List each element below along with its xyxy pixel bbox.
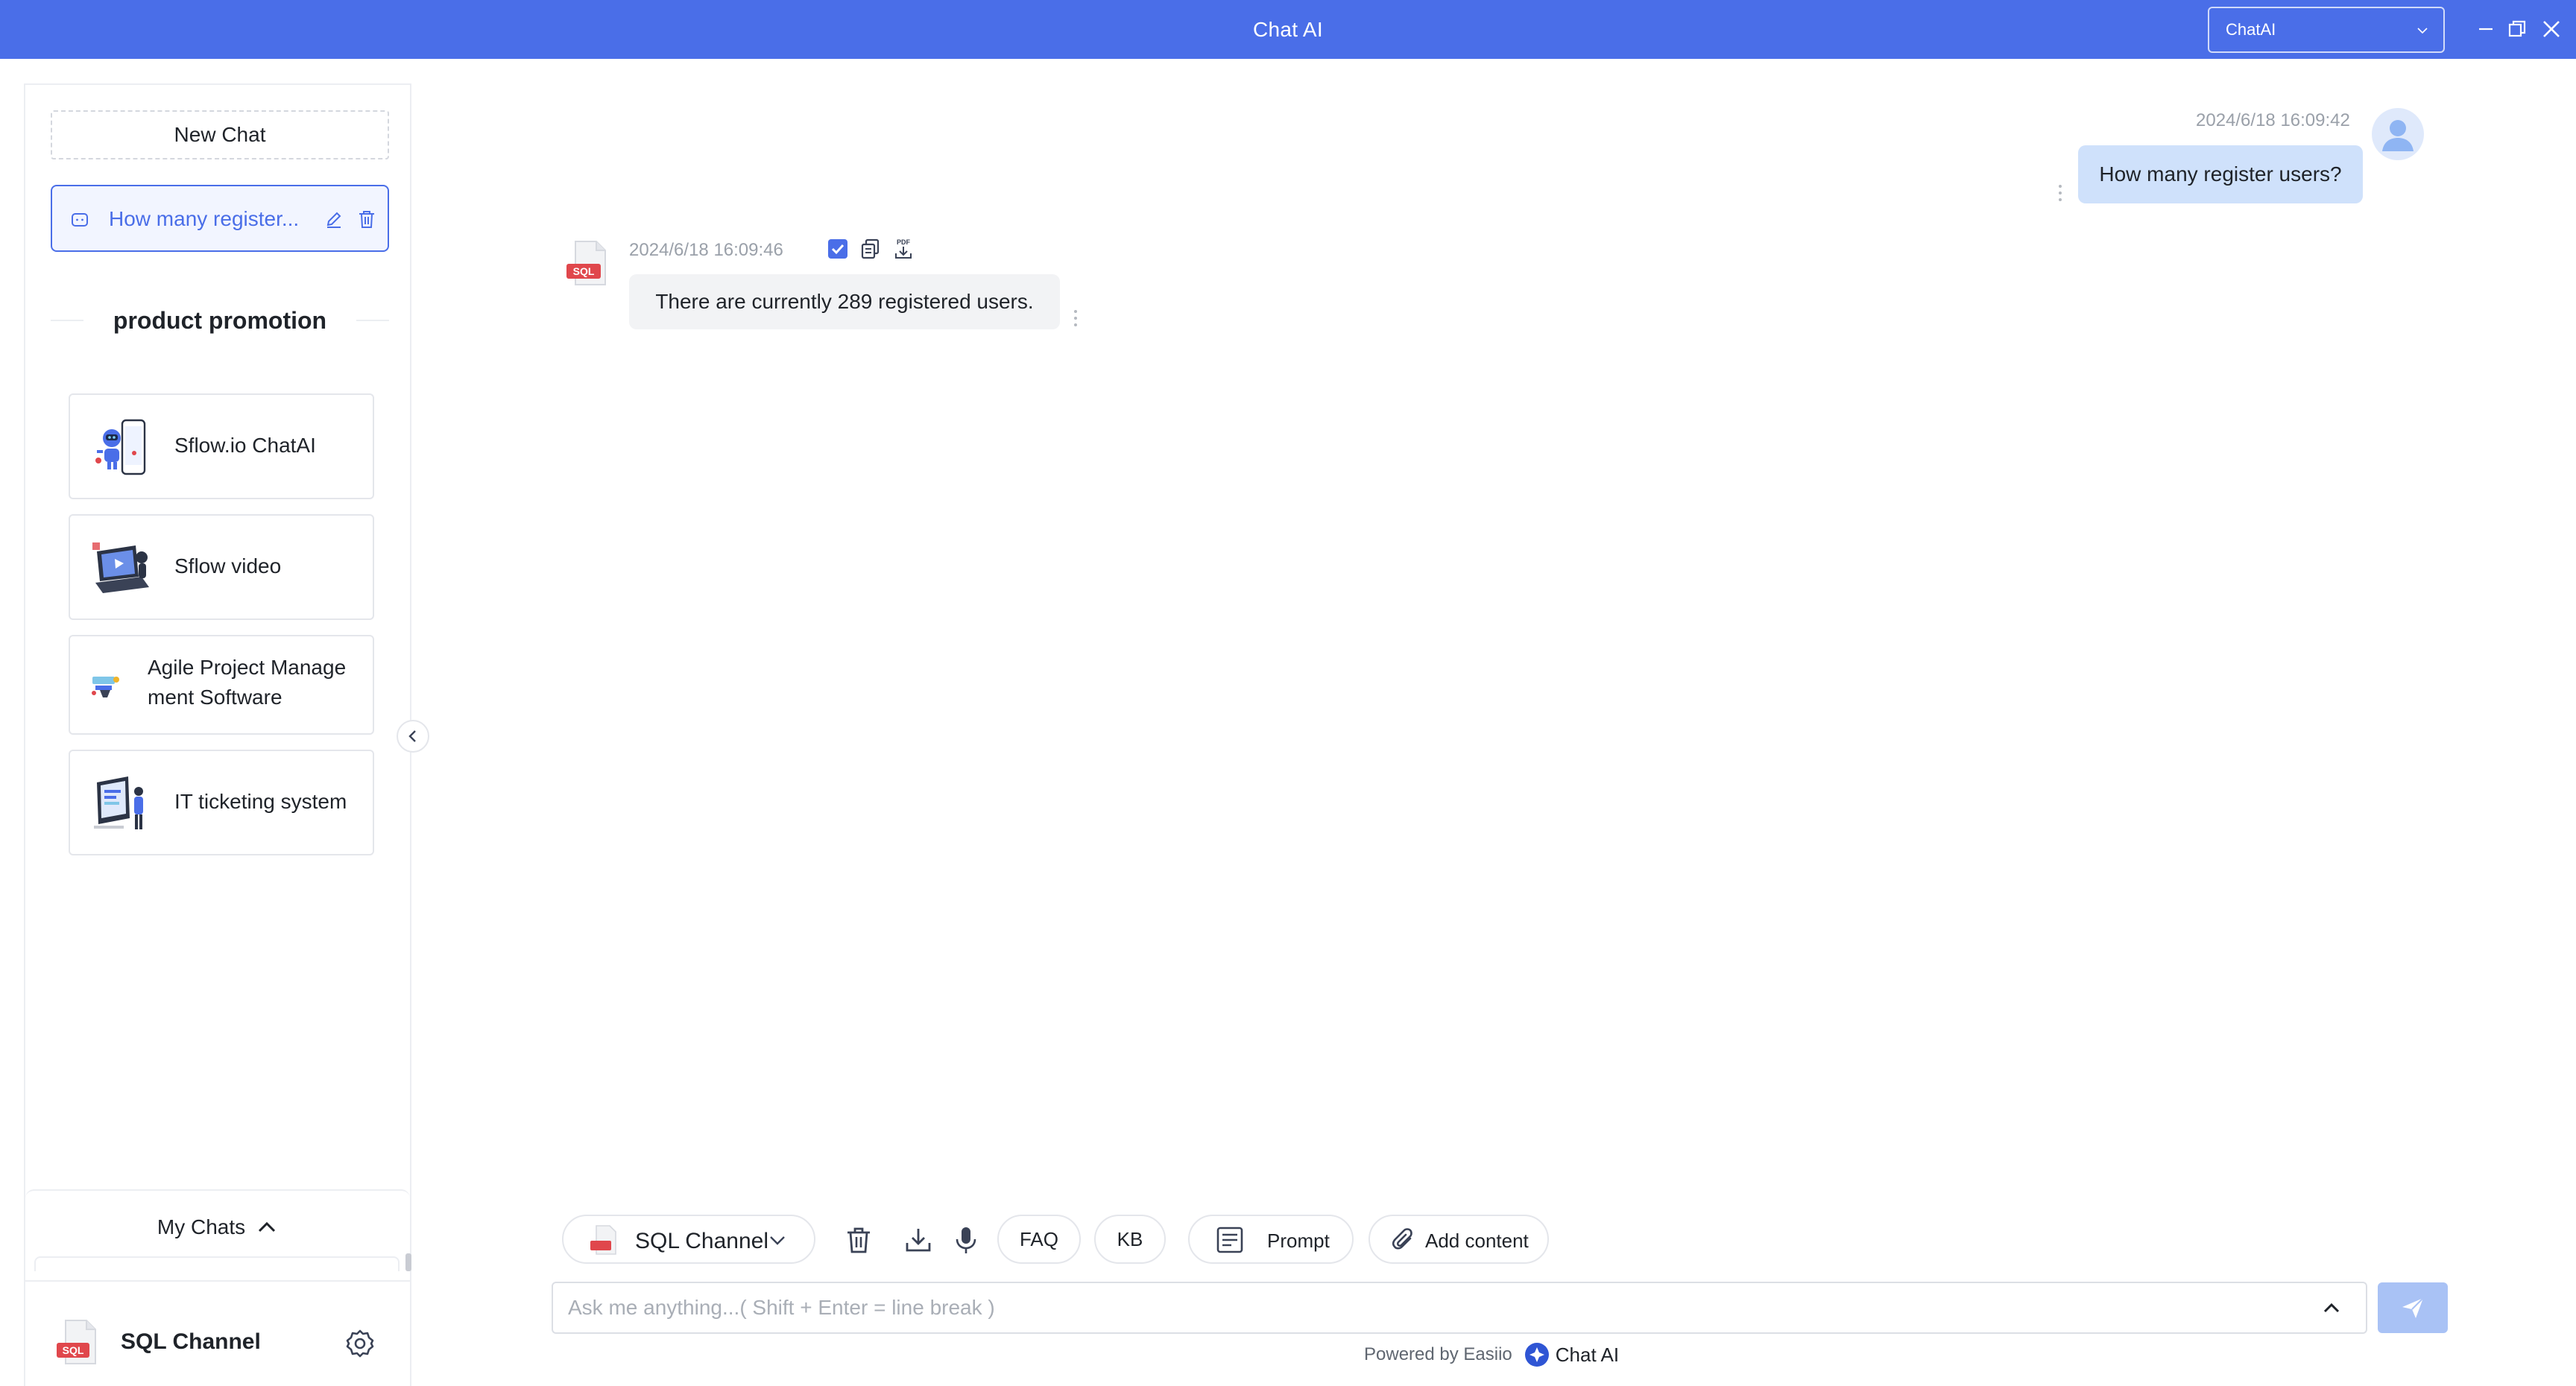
sql-bot-avatar-icon: SQL: [566, 241, 606, 285]
sidebar: New Chat How many register... product pr…: [24, 83, 411, 1386]
prompt-label: Prompt: [1267, 1230, 1330, 1252]
divider: [51, 320, 83, 321]
checkbox-icon[interactable]: [826, 237, 850, 261]
title-bar: Chat AI ChatAI: [0, 0, 2576, 59]
chat-ai-logo-icon: [1524, 1343, 1549, 1367]
promo-label-line2: ment Software: [148, 686, 282, 709]
chevron-down-icon: [2417, 28, 2428, 34]
powered-by: Powered by Easiio Chat AI: [1364, 1341, 1619, 1368]
kb-button[interactable]: KB: [1094, 1215, 1166, 1264]
promo-card-it-ticketing[interactable]: IT ticketing system: [69, 750, 374, 855]
prompt-icon: [1216, 1227, 1243, 1253]
pdf-label: PDF: [897, 238, 911, 246]
channel-select-value: SQL Channel: [635, 1229, 769, 1253]
my-chats-scrollbar[interactable]: [405, 1253, 411, 1271]
add-content-button[interactable]: Add content: [1368, 1215, 1549, 1264]
add-content-label: Add content: [1425, 1230, 1529, 1252]
promotion-heading: product promotion: [51, 303, 390, 338]
copy-icon[interactable]: [859, 237, 883, 261]
collapse-sidebar-button[interactable]: [397, 720, 429, 753]
app-selector[interactable]: ChatAI: [2208, 7, 2445, 53]
bot-message-bubble: There are currently 289 registered users…: [629, 274, 1060, 329]
pdf-export-icon[interactable]: PDF: [891, 237, 915, 261]
chevron-up-icon[interactable]: [2320, 1297, 2343, 1320]
chat-bubble-icon: [72, 213, 88, 227]
close-icon[interactable]: [2540, 18, 2563, 40]
promo-card-agile-pm[interactable]: Agile Project Manage ment Software: [69, 635, 374, 735]
more-vertical-icon[interactable]: [1073, 308, 1078, 328]
sql-file-icon: [590, 1225, 616, 1255]
sql-logo-text: SQL: [63, 1344, 84, 1356]
channel-select[interactable]: SQL Channel: [562, 1215, 815, 1264]
my-chats-toggle[interactable]: My Chats: [25, 1189, 410, 1264]
minimize-icon[interactable]: [2475, 18, 2497, 40]
channel-name: SQL Channel: [121, 1329, 261, 1354]
app-selector-value: ChatAI: [2226, 20, 2276, 39]
message-composer: [552, 1282, 2367, 1334]
sql-file-icon: SQL: [57, 1320, 96, 1364]
promo-label: Sflow.io ChatAI: [174, 434, 316, 457]
paperclip-icon: [1392, 1228, 1412, 1250]
project-illustration-icon: [92, 677, 119, 697]
promo-label: Sflow video: [174, 554, 282, 578]
trash-icon[interactable]: [844, 1225, 874, 1255]
user-avatar: [2372, 108, 2424, 160]
chevron-left-icon: [408, 730, 416, 742]
promo-label-line1: Agile Project Manage: [148, 656, 347, 679]
microphone-icon[interactable]: [951, 1225, 981, 1255]
bot-message-timestamp: 2024/6/18 16:09:46: [629, 240, 783, 260]
my-chats-list: [34, 1256, 400, 1271]
channel-footer: SQL SQL Channel: [25, 1280, 410, 1386]
promo-label: IT ticketing system: [174, 790, 347, 813]
prompt-button[interactable]: Prompt: [1188, 1215, 1354, 1264]
robot-phone-illustration-icon: [95, 419, 146, 475]
promo-card-sflow-chatai[interactable]: Sflow.io ChatAI: [69, 393, 374, 499]
user-message-timestamp: 2024/6/18 16:09:42: [2196, 110, 2350, 130]
send-icon: [2402, 1297, 2424, 1318]
message-input[interactable]: [568, 1283, 2297, 1332]
edit-icon[interactable]: [323, 209, 344, 230]
more-vertical-icon[interactable]: [2058, 183, 2062, 203]
chevron-down-icon: [770, 1236, 785, 1245]
ticketing-illustration-icon: [94, 776, 143, 829]
send-button[interactable]: [2378, 1282, 2448, 1333]
divider: [356, 320, 390, 321]
gear-icon[interactable]: [344, 1328, 376, 1359]
restore-icon[interactable]: [2506, 18, 2528, 40]
promo-card-sflow-video[interactable]: Sflow video: [69, 514, 374, 620]
powered-by-text: Powered by Easiio: [1364, 1344, 1512, 1364]
chevron-up-icon: [259, 1221, 276, 1232]
bot-avatar-text: SQL: [573, 265, 595, 277]
brand-name: Chat AI: [1555, 1343, 1620, 1366]
trash-icon[interactable]: [356, 209, 377, 230]
chat-item-active[interactable]: How many register...: [51, 185, 389, 252]
new-chat-button[interactable]: New Chat: [51, 110, 389, 159]
window-title: Chat AI: [1253, 17, 1323, 41]
chat-item-label: How many register...: [109, 207, 300, 230]
user-icon: [2382, 120, 2414, 151]
user-message-bubble: How many register users?: [2078, 145, 2363, 203]
promotion-heading-text: product promotion: [113, 306, 327, 334]
download-icon[interactable]: [903, 1225, 933, 1255]
faq-button[interactable]: FAQ: [997, 1215, 1081, 1264]
my-chats-label: My Chats: [157, 1215, 246, 1238]
laptop-video-illustration-icon: [92, 542, 149, 593]
